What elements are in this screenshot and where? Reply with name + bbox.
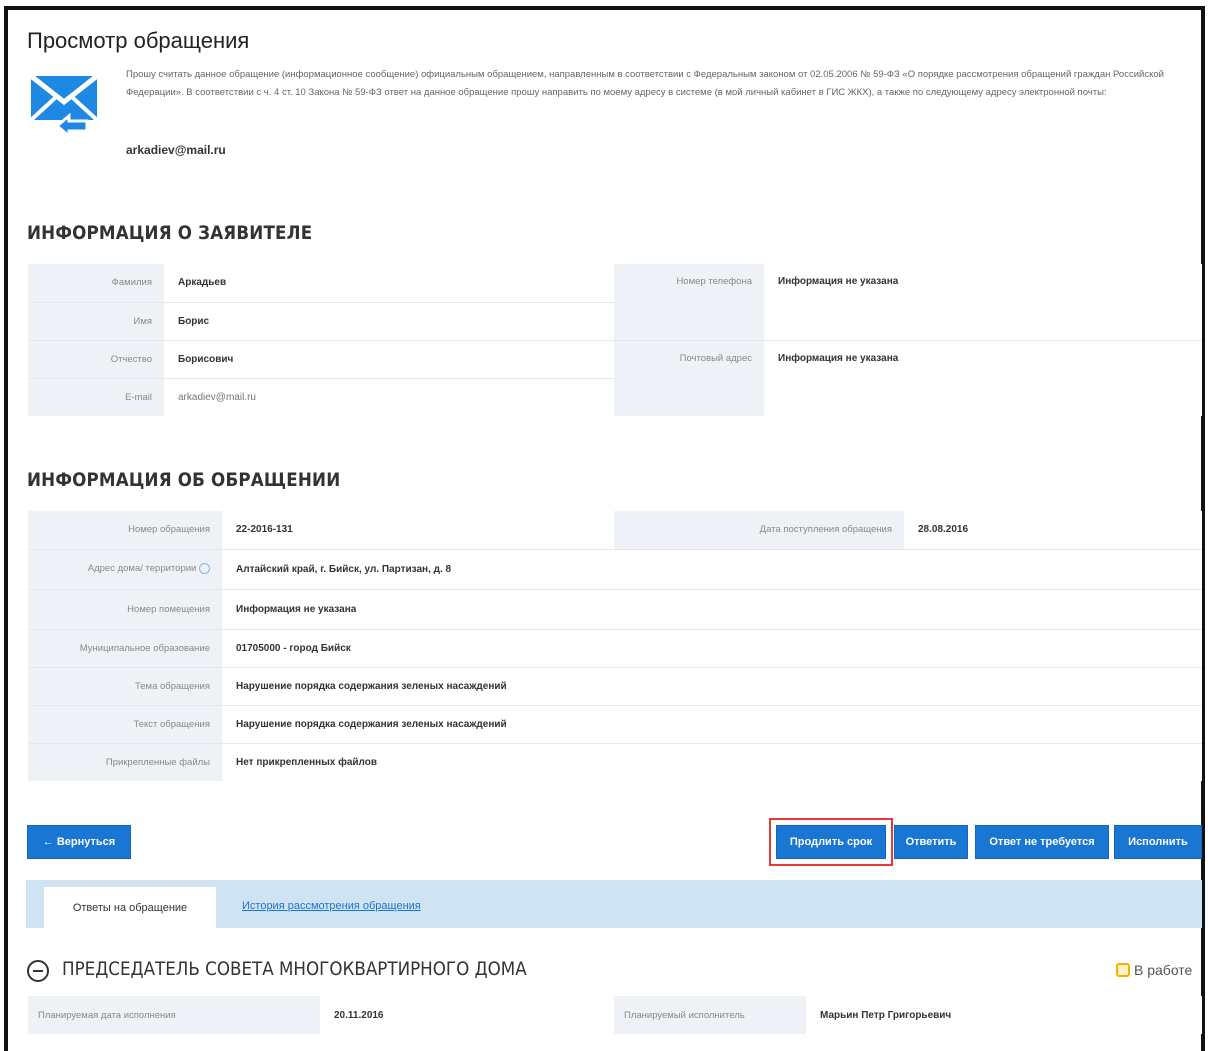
table-row: Имя Борис xyxy=(28,302,614,340)
reply-button[interactable]: Ответить xyxy=(894,825,968,859)
field-label: Номер обращения xyxy=(28,511,222,549)
field-label: Тема обращения xyxy=(28,667,222,705)
status-badge: В работе xyxy=(1116,962,1192,978)
table-row: Адрес дома/ территории Алтайский край, г… xyxy=(28,549,1202,589)
field-value: 28.08.2016 xyxy=(904,511,1202,549)
field-value: Информация не указана xyxy=(764,264,1202,340)
section-title-appeal: ИНФОРМАЦИЯ ОБ ОБРАЩЕНИИ xyxy=(27,469,341,491)
field-value: 20.11.2016 xyxy=(320,996,614,1034)
section-title-applicant: ИНФОРМАЦИЯ О ЗАЯВИТЕЛЕ xyxy=(27,222,313,244)
field-label: Планируемая дата исполнения xyxy=(28,996,320,1034)
field-label: Планируемый исполнитель xyxy=(614,996,806,1034)
field-value: Информация не указана xyxy=(222,589,1202,629)
chair-section-title: ПРЕДСЕДАТЕЛЬ СОВЕТА МНОГОКВАРТИРНОГО ДОМ… xyxy=(62,958,527,980)
applicant-table-right: Номер телефона Информация не указана Поч… xyxy=(614,264,1202,416)
table-row: Номер помещения Информация не указана xyxy=(28,589,1202,629)
field-value: Марьин Петр Григорьевич xyxy=(806,996,1202,1034)
field-label: Фамилия xyxy=(28,264,164,302)
field-label: Муниципальное образование xyxy=(28,629,222,667)
field-value: Нет прикрепленных файлов xyxy=(222,743,1202,781)
field-value: 22-2016-131 xyxy=(222,511,614,549)
reply-email: arkadiev@mail.ru xyxy=(126,143,226,157)
envelope-reply-icon xyxy=(29,74,99,136)
back-button[interactable]: ← Вернуться xyxy=(27,825,131,859)
table-row: E-mail arkadiev@mail.ru xyxy=(28,378,614,416)
field-value: 01705000 - город Бийск xyxy=(222,629,1202,667)
table-row: Почтовый адрес Информация не указана xyxy=(614,340,1202,416)
field-label: Отчество xyxy=(28,340,164,378)
field-label: Дата поступления обращения xyxy=(614,511,904,549)
table-row: Планируемая дата исполнения 20.11.2016 П… xyxy=(28,996,1202,1034)
field-label: Прикрепленные файлы xyxy=(28,743,222,781)
notice-text: Прошу считать данное обращение (информац… xyxy=(126,69,1164,98)
extend-deadline-button[interactable]: Продлить срок xyxy=(776,825,886,859)
status-icon xyxy=(1116,963,1130,977)
table-row: Муниципальное образование 01705000 - гор… xyxy=(28,629,1202,667)
field-value: Алтайский край, г. Бийск, ул. Партизан, … xyxy=(222,549,1202,589)
execute-button[interactable]: Исполнить xyxy=(1114,825,1202,859)
field-label: Номер помещения xyxy=(28,589,222,629)
field-label: Текст обращения xyxy=(28,705,222,743)
table-row: Отчество Борисович xyxy=(28,340,614,378)
table-row: Фамилия Аркадьев xyxy=(28,264,614,302)
field-value: Аркадьев xyxy=(164,264,614,302)
tab-replies[interactable]: Ответы на обращение xyxy=(44,887,216,928)
table-row: Прикрепленные файлы Нет прикрепленных фа… xyxy=(28,743,1202,781)
field-value: Борис xyxy=(164,302,614,340)
info-icon[interactable] xyxy=(199,563,210,575)
tab-history[interactable]: История рассмотрения обращения xyxy=(242,900,421,912)
field-value: Информация не указана xyxy=(764,340,1202,416)
no-reply-needed-button[interactable]: Ответ не требуется xyxy=(975,825,1109,859)
table-row: Текст обращения Нарушение порядка содерж… xyxy=(28,705,1202,743)
table-row: Номер телефона Информация не указана xyxy=(614,264,1202,340)
page-title: Просмотр обращения xyxy=(27,28,250,53)
field-value: Борисович xyxy=(164,340,614,378)
field-label: Адрес дома/ территории xyxy=(28,549,222,589)
chair-table: Планируемая дата исполнения 20.11.2016 П… xyxy=(28,996,1202,1034)
status-label: В работе xyxy=(1134,962,1193,978)
field-label: Имя xyxy=(28,302,164,340)
field-label-text: Адрес дома/ территории xyxy=(87,563,197,575)
appeal-table: Номер обращения 22-2016-131 Дата поступл… xyxy=(28,511,1202,781)
field-value: Нарушение порядка содержания зеленых нас… xyxy=(222,705,1202,743)
field-value: Нарушение порядка содержания зеленых нас… xyxy=(222,667,1202,705)
table-row: Тема обращения Нарушение порядка содержа… xyxy=(28,667,1202,705)
field-value: arkadiev@mail.ru xyxy=(164,378,614,416)
collapse-icon[interactable] xyxy=(27,960,49,982)
field-label: Номер телефона xyxy=(614,264,764,340)
applicant-table-left: Фамилия Аркадьев Имя Борис Отчество Бори… xyxy=(28,264,614,416)
field-label: E-mail xyxy=(28,378,164,416)
field-label: Почтовый адрес xyxy=(614,340,764,416)
table-row: Номер обращения 22-2016-131 Дата поступл… xyxy=(28,511,1202,549)
